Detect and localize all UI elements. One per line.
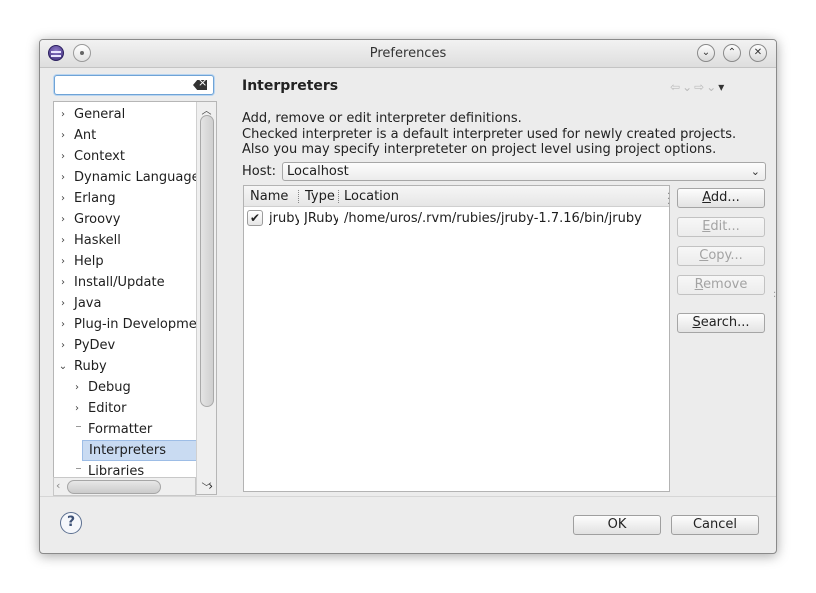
column-separator[interactable]	[298, 190, 299, 203]
minimize-button[interactable]: ⌄	[697, 44, 715, 62]
column-header-name[interactable]: Name	[250, 189, 288, 204]
chevron-right-icon[interactable]: ›	[72, 398, 82, 419]
tree-item-haskell[interactable]: › Haskell	[54, 230, 196, 251]
chevron-right-icon[interactable]: ›	[58, 314, 68, 335]
forward-menu-icon[interactable]: ⌄	[706, 80, 718, 94]
title-bar[interactable]: Preferences ⌄ ⌃ ✕	[40, 40, 776, 68]
column-header-type[interactable]: Type	[305, 189, 335, 204]
footer-separator	[40, 496, 776, 497]
chevron-right-icon[interactable]: ›	[58, 230, 68, 251]
scroll-thumb[interactable]	[67, 480, 161, 494]
tree-item-install-update[interactable]: › Install/Update	[54, 272, 196, 293]
host-select[interactable]: Localhost ⌄	[282, 162, 766, 181]
tree-item-pydev[interactable]: › PyDev	[54, 335, 196, 356]
view-menu-icon[interactable]: ▾	[718, 80, 726, 94]
tree-connector	[76, 426, 81, 427]
page-description: Add, remove or edit interpreter definiti…	[242, 111, 737, 157]
add-button[interactable]: Add...	[677, 188, 765, 208]
chevron-right-icon[interactable]: ›	[58, 188, 68, 209]
host-label: Host:	[242, 164, 276, 179]
chevron-right-icon[interactable]: ›	[58, 104, 68, 125]
chevron-right-icon[interactable]: ›	[58, 125, 68, 146]
chevron-right-icon[interactable]: ›	[58, 251, 68, 272]
sash-handle[interactable]: · · ·	[667, 190, 670, 210]
chevron-right-icon[interactable]: ›	[58, 167, 68, 188]
edit-button[interactable]: Edit...	[677, 217, 765, 237]
preference-tree[interactable]: › General › Ant › Context › Dynamic Language…	[53, 101, 217, 495]
interpreter-location: /home/uros/.rvm/rubies/jruby-1.7.16/bin/…	[344, 211, 642, 226]
maximize-button[interactable]: ⌃	[723, 44, 741, 62]
chevron-down-icon[interactable]: ⌄	[751, 163, 760, 180]
tree-item-java[interactable]: › Java	[54, 293, 196, 314]
chevron-right-icon[interactable]: ›	[58, 293, 68, 314]
tree-item-ruby-formatter[interactable]: Formatter	[54, 419, 196, 440]
tree-item-groovy[interactable]: › Groovy	[54, 209, 196, 230]
chevron-right-icon[interactable]: ›	[58, 335, 68, 356]
chevron-right-icon[interactable]: ›	[58, 209, 68, 230]
filter-field[interactable]	[54, 75, 214, 95]
preferences-dialog: Preferences ⌄ ⌃ ✕ ›General ›Ant ›Context…	[39, 39, 777, 554]
chevron-right-icon[interactable]: ›	[72, 377, 82, 398]
chevron-right-icon[interactable]: ›	[58, 146, 68, 167]
tree-item-ruby-debug[interactable]: › Debug	[54, 377, 196, 398]
remove-button[interactable]: Remove	[677, 275, 765, 295]
interpreter-name: jruby	[269, 211, 299, 226]
table-header: Name Type Location	[244, 186, 669, 207]
tree-item-ruby-interpreters[interactable]: Interpreters	[54, 440, 196, 461]
scroll-down-icon[interactable]: ﹀	[197, 479, 216, 494]
forward-icon[interactable]: ⇨	[694, 80, 706, 94]
page-title: Interpreters	[242, 78, 339, 94]
close-button[interactable]: ✕	[749, 44, 767, 62]
tree-item-plugin-development[interactable]: ›Plug-in Development	[54, 314, 196, 335]
help-icon[interactable]: ?	[60, 512, 82, 534]
back-menu-icon[interactable]: ⌄	[682, 80, 694, 94]
tree-item-ant[interactable]: › Ant	[54, 125, 196, 146]
column-separator[interactable]	[338, 190, 339, 203]
tree-items: › General › Ant › Context › Dynamic Language…	[54, 104, 196, 482]
filter-input[interactable]	[58, 77, 188, 93]
scroll-left-icon[interactable]: ‹	[56, 479, 60, 492]
resize-handle[interactable]: · ·	[773, 289, 776, 303]
column-header-location[interactable]: Location	[344, 189, 399, 204]
chevron-right-icon[interactable]: ›	[58, 272, 68, 293]
scroll-right-icon[interactable]: ›	[208, 479, 213, 493]
history-navigation: ⇦⌄⇨⌄▾	[670, 80, 726, 94]
tree-item-ruby-editor[interactable]: › Editor	[54, 398, 196, 419]
chevron-down-icon[interactable]: ⌄	[58, 356, 68, 377]
tree-item-general[interactable]: › General	[54, 104, 196, 125]
default-interpreter-checkbox[interactable]: ✔	[247, 210, 263, 226]
tree-item-dynamic-languages[interactable]: › Dynamic Languages	[54, 167, 196, 188]
tree-horizontal-scrollbar[interactable]: ‹ ›	[53, 477, 213, 496]
tree-connector	[76, 468, 81, 469]
interpreter-type: JRuby	[304, 211, 338, 226]
back-icon[interactable]: ⇦	[670, 80, 682, 94]
copy-button[interactable]: Copy...	[677, 246, 765, 266]
window-title: Preferences	[369, 46, 447, 61]
ok-button[interactable]: OK	[573, 515, 661, 535]
tree-item-help[interactable]: › Help	[54, 251, 196, 272]
tree-item-context[interactable]: › Context	[54, 146, 196, 167]
cancel-button[interactable]: Cancel	[671, 515, 759, 535]
tree-item-erlang[interactable]: › Erlang	[54, 188, 196, 209]
tree-vertical-scrollbar[interactable]: ︿ ﹀	[196, 102, 216, 494]
tree-item-ruby[interactable]: ⌄ Ruby	[54, 356, 196, 377]
scroll-thumb[interactable]	[200, 115, 214, 407]
host-value: Localhost	[287, 164, 349, 179]
clear-filter-icon[interactable]	[193, 80, 207, 90]
table-row[interactable]: ✔ jruby JRuby /home/uros/.rvm/rubies/jru…	[244, 209, 669, 229]
search-button[interactable]: Search...	[677, 313, 765, 333]
interpreters-table[interactable]: Name Type Location ✔ jruby JRuby /home/u…	[243, 185, 670, 492]
